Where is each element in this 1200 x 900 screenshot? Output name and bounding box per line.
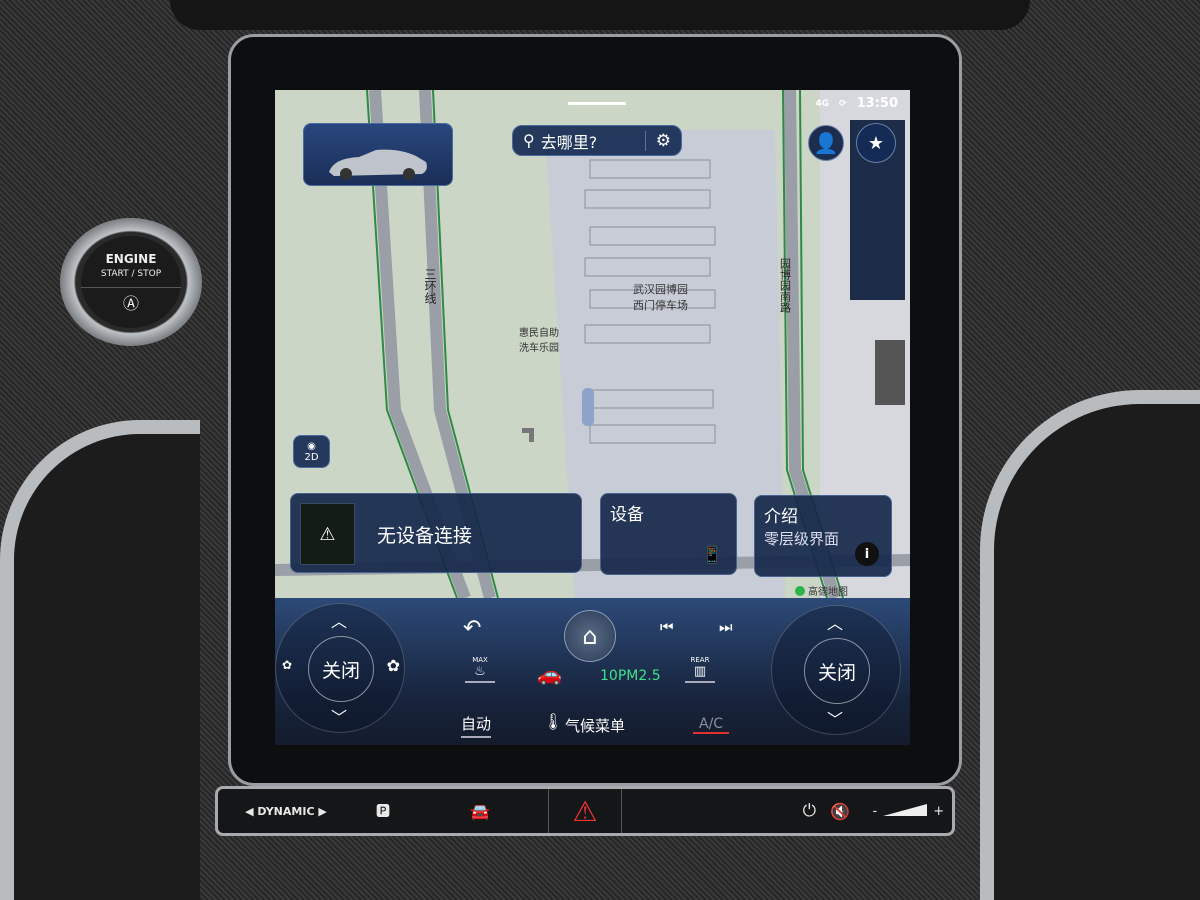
infotainment-screen: 三环线 武汉园博园 西门停车场 惠民自助 洗车乐园 园博园南路 4G ⟳ 13:… xyxy=(275,90,910,745)
next-track-icon[interactable]: ⏭ xyxy=(719,618,733,636)
view-mode-label: 2D xyxy=(304,451,319,463)
volume-level-icon xyxy=(883,804,928,816)
rear-label: REAR xyxy=(690,656,710,664)
search-placeholder: 去哪里? xyxy=(540,132,598,152)
home-button[interactable]: ⌂ xyxy=(564,610,616,662)
hazard-lights-button[interactable]: ⚠ xyxy=(548,789,622,833)
left-temperature-dial[interactable]: ︿ ✿ 关闭 ✿ ﹀ xyxy=(275,603,405,733)
left-temp-value[interactable]: 关闭 xyxy=(308,636,374,702)
air-vents xyxy=(170,0,1030,30)
map-view-mode-button[interactable]: ◉ 2D xyxy=(293,435,330,468)
engine-start-stop-button[interactable]: ENGINE START / STOP Ⓐ xyxy=(60,218,202,346)
max-label: MAX xyxy=(472,656,488,664)
back-arrow-icon[interactable]: ↶ xyxy=(463,616,481,641)
intro-card-title: 介绍 xyxy=(764,507,798,527)
drive-mode-button[interactable]: ◀ DYNAMIC ▶ xyxy=(218,805,354,818)
vehicle-card[interactable] xyxy=(303,123,453,186)
location-sync-icon: ⟳ xyxy=(839,98,847,109)
right-temp-value[interactable]: 关闭 xyxy=(804,638,870,704)
map-label-road-right: 园博园南路 xyxy=(779,258,792,314)
climate-control-bar: ︿ ✿ 关闭 ✿ ﹀ ︿ 关闭 ﹀ ↶ ⌂ ⏮ ⏭ MAX ♨ 🚗 10PM2.… xyxy=(275,598,910,745)
volume-down-icon[interactable]: - xyxy=(873,804,878,819)
drag-handle xyxy=(568,102,626,105)
windshield-defrost-icon: ♨ xyxy=(465,664,495,683)
car-image-icon xyxy=(329,149,427,180)
warning-icon: ⚠ xyxy=(300,503,355,565)
status-bar: 4G ⟳ 13:50 xyxy=(815,96,898,111)
power-icon[interactable]: ⏻ xyxy=(622,801,816,821)
map-provider-badge: 高德地图 xyxy=(795,583,848,598)
no-device-card[interactable]: ⚠ 无设备连接 xyxy=(290,493,582,573)
right-temp-down-icon[interactable]: ﹀ xyxy=(827,706,843,730)
parking-camera-icon[interactable]: 🅿 xyxy=(354,801,412,821)
map-label-ring-road: 三环线 xyxy=(423,268,437,304)
provider-check-icon xyxy=(795,585,805,596)
clock: 13:50 xyxy=(856,96,898,111)
right-temp-up-icon[interactable]: ︿ xyxy=(827,610,843,634)
rear-defrost-button[interactable]: REAR ▥ xyxy=(685,656,715,683)
dashboard-trim-right xyxy=(980,390,1200,900)
hazard-icon: ⚠ xyxy=(572,794,598,828)
fan-low-icon[interactable]: ✿ xyxy=(282,658,292,672)
volume-slider[interactable]: - + xyxy=(865,804,952,819)
fan-high-icon[interactable]: ✿ xyxy=(387,656,400,675)
map-label-carwash-2: 洗车乐园 xyxy=(519,341,559,354)
ac-button[interactable]: A/C xyxy=(693,716,730,734)
vehicle-position-marker xyxy=(582,388,594,426)
left-temp-down-icon[interactable]: ﹀ xyxy=(331,704,347,728)
user-profile-avatar[interactable]: 👤 xyxy=(808,125,844,161)
previous-track-icon[interactable]: ⏮ xyxy=(660,618,674,636)
left-temp-up-icon[interactable]: ︿ xyxy=(331,608,347,632)
map-label-parking-1: 武汉园博园 xyxy=(633,283,688,296)
device-card[interactable]: 设备 📱 xyxy=(600,493,737,575)
compass-icon: ◉ xyxy=(307,440,316,452)
rear-defrost-icon: ▥ xyxy=(685,664,715,683)
dashboard-trim-left xyxy=(0,420,200,900)
climate-menu-button[interactable]: 气候菜单 xyxy=(565,715,625,736)
auto-climate-button[interactable]: 自动 xyxy=(461,713,492,738)
map-label-parking-2: 西门停车场 xyxy=(633,298,688,312)
user-icon: 👤 xyxy=(813,131,839,155)
building-small xyxy=(875,340,905,405)
favorites-button[interactable]: ★ xyxy=(856,123,896,163)
thermometer-icon: 🌡 xyxy=(543,712,564,731)
start-stop-label: START / STOP xyxy=(100,269,162,279)
device-card-title: 设备 xyxy=(610,505,644,525)
drive-mode-label: DYNAMIC xyxy=(257,804,315,818)
intro-card[interactable]: 介绍 零层级界面 i xyxy=(754,495,892,577)
home-icon: ⌂ xyxy=(582,622,598,650)
volume-up-icon[interactable]: + xyxy=(933,804,944,819)
no-device-text: 无设备连接 xyxy=(377,525,473,547)
settings-gear-icon[interactable]: ⚙ xyxy=(644,130,681,151)
intro-card-subtitle: 零层级界面 xyxy=(764,530,840,548)
engine-label: ENGINE xyxy=(105,252,157,266)
map-label-carwash-1: 惠民自助 xyxy=(519,326,559,339)
mute-icon[interactable]: 🔇 xyxy=(816,802,865,821)
network-indicator: 4G xyxy=(815,98,830,109)
phone-connect-icon: 📱 xyxy=(702,545,722,564)
auto-start-stop-icon[interactable]: Ⓐ xyxy=(81,287,181,314)
air-quality-readout: 10PM2.5 xyxy=(600,668,661,684)
car-settings-icon[interactable]: 🚘 xyxy=(412,802,548,821)
destination-search-bar[interactable]: ⚲ 去哪里? ⚙ xyxy=(512,125,682,156)
air-purification-car-icon[interactable]: 🚗 xyxy=(537,662,562,686)
hardware-button-bar: ◀ DYNAMIC ▶ 🅿 🚘 ⚠ ⏻ 🔇 - + xyxy=(215,786,955,836)
info-icon[interactable]: i xyxy=(855,542,879,566)
star-icon: ★ xyxy=(867,132,885,154)
search-icon: ⚲ xyxy=(523,131,535,150)
max-defrost-button[interactable]: MAX ♨ xyxy=(465,656,495,683)
provider-name: 高德地图 xyxy=(808,587,848,598)
right-temperature-dial[interactable]: ︿ 关闭 ﹀ xyxy=(771,605,901,735)
